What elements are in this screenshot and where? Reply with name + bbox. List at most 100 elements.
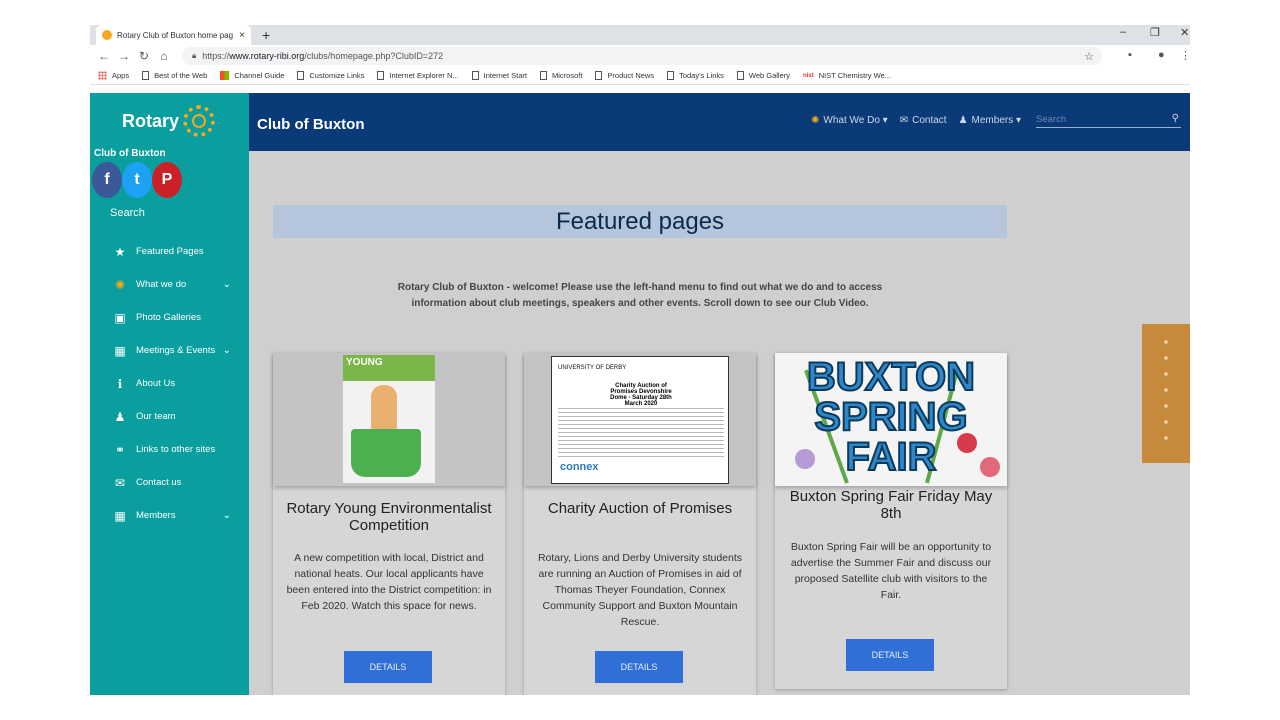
envelope-icon: ✉: [899, 115, 909, 126]
sidebar: Rotary Club of Buxton f t P Search ★ Feat…: [90, 93, 249, 695]
nav-what-we-do[interactable]: ✺ What We Do ▾: [811, 115, 888, 126]
user-icon: ♟: [114, 409, 126, 424]
page-icon: [539, 71, 547, 80]
auction-flyer: UNIVERSITY OF DERBY Charity Auction of P…: [551, 356, 729, 484]
sidebar-item-photo-galleries[interactable]: ▣ Photo Galleries: [90, 301, 249, 334]
url-host: www.rotary-ribi.org: [229, 51, 305, 61]
rotary-wheel-icon: [183, 105, 216, 137]
users-icon: ♟: [958, 115, 968, 126]
bookmark-item[interactable]: Today's Links: [667, 71, 724, 80]
bookmark-star-icon[interactable]: ☆: [1084, 50, 1094, 63]
link-icon: ⚭: [114, 442, 126, 457]
new-tab-button[interactable]: +: [262, 27, 270, 43]
menu-dots-icon[interactable]: ⋮: [1180, 49, 1190, 62]
header-search-input[interactable]: Search ⚲: [1036, 113, 1181, 128]
welcome-text: Rotary Club of Buxton - welcome! Please …: [397, 282, 883, 309]
address-row: ← → ↻ ⌂ 🔒︎ https:// www.rotary-ribi.org …: [90, 45, 1190, 67]
featured-pages-banner: Featured pages: [273, 205, 1007, 238]
details-button[interactable]: DETAILS: [595, 651, 683, 683]
tab-title: Rotary Club of Buxton home pag: [117, 30, 234, 40]
home-icon[interactable]: ⌂: [154, 49, 174, 63]
details-button[interactable]: DETAILS: [344, 651, 432, 683]
chevron-down-icon[interactable]: ⌄: [223, 345, 231, 356]
card-description: Buxton Spring Fair will be an opportunit…: [790, 541, 992, 601]
flower-shape: [980, 457, 1000, 477]
rotary-favicon-icon: [102, 30, 112, 40]
rotary-wheel-icon: ✺: [114, 277, 126, 292]
bookmark-item[interactable]: Product News: [595, 71, 654, 80]
close-window-icon[interactable]: ✕: [1180, 26, 1189, 39]
url-prefix: https://: [202, 51, 230, 61]
bookmark-item[interactable]: Customize Links: [297, 71, 364, 80]
side-tab[interactable]: [1142, 324, 1190, 463]
nav-members[interactable]: ♟ Members ▾: [959, 115, 1021, 126]
info-icon: ℹ: [117, 376, 123, 391]
sidebar-item-members[interactable]: ▦ Members ⌄: [90, 499, 249, 532]
page-icon: [736, 71, 744, 80]
card-title[interactable]: Rotary Young Environmentalist Competitio…: [281, 500, 497, 534]
recycling-bin: [351, 429, 421, 477]
flower-shape: [957, 433, 977, 453]
reload-icon[interactable]: ↻: [134, 49, 154, 63]
tab-close-icon[interactable]: ×: [239, 30, 245, 41]
site-header: Club of Buxton ✺ What We Do ▾ ✉ Contact ♟ M…: [249, 93, 1190, 151]
details-button[interactable]: DETAILS: [846, 639, 934, 671]
chevron-down-icon[interactable]: ⌄: [223, 510, 231, 521]
sidebar-item-what-we-do[interactable]: ✺ What we do ⌄: [90, 268, 249, 301]
sidebar-item-links[interactable]: ⚭ Links to other sites: [90, 433, 249, 466]
card-title[interactable]: Charity Auction of Promises: [532, 500, 748, 517]
card-thumbnail[interactable]: UNIVERSITY OF DERBY Charity Auction of P…: [524, 353, 756, 486]
card-title[interactable]: Buxton Spring Fair Friday May 8th: [783, 488, 999, 522]
sidebar-item-our-team[interactable]: ♟ Our team: [90, 400, 249, 433]
card-thumbnail[interactable]: BUXTON SPRING FAIR: [775, 353, 1007, 486]
browser-tab[interactable]: Rotary Club of Buxton home pag ×: [96, 25, 251, 45]
bookmark-item[interactable]: Internet Explorer N...: [377, 71, 459, 80]
twitter-icon[interactable]: t: [122, 162, 152, 198]
facebook-icon[interactable]: f: [92, 162, 122, 198]
poster-word-buxton: BUXTON: [806, 355, 976, 399]
bookmark-item[interactable]: Microsoft: [539, 71, 582, 80]
envelope-icon: ✉: [114, 475, 126, 490]
sidebar-item-featured-pages[interactable]: ★ Featured Pages: [90, 235, 249, 268]
forward-arrow-icon[interactable]: →: [114, 49, 134, 63]
child-figure: [371, 385, 397, 431]
rotary-logo[interactable]: Rotary: [122, 105, 216, 137]
url-bar[interactable]: 🔒︎ https:// www.rotary-ribi.org /clubs/h…: [182, 47, 1102, 65]
sidebar-search[interactable]: Search: [110, 207, 145, 219]
chevron-down-icon[interactable]: ⌄: [223, 279, 231, 290]
bookmark-item[interactable]: nist NIST Chemistry We...: [803, 71, 891, 80]
profile-icon[interactable]: ●: [1158, 49, 1165, 61]
nav-contact[interactable]: ✉ Contact: [900, 115, 947, 126]
bookmark-item[interactable]: Web Gallery: [736, 71, 790, 80]
extension-icon[interactable]: ▪: [1128, 49, 1132, 61]
header-nav: ✺ What We Do ▾ ✉ Contact ♟ Members ▾: [811, 115, 1033, 126]
search-icon[interactable]: ⚲: [1172, 113, 1179, 124]
sidebar-item-meetings-events[interactable]: ▦ Meetings & Events ⌄: [90, 334, 249, 367]
web-page: Rotary Club of Buxton f t P Search ★ Feat…: [90, 93, 1190, 695]
bookmark-item[interactable]: Channel Guide: [220, 71, 284, 80]
bookmark-apps[interactable]: Apps: [98, 71, 129, 80]
flyer-title: Charity Auction of Promises Devonshire D…: [610, 383, 672, 407]
calendar-icon: ▦: [114, 343, 126, 358]
card-description: A new competition with local, District a…: [286, 552, 492, 612]
back-arrow-icon[interactable]: ←: [94, 49, 114, 63]
flyer-body-lines: [558, 405, 724, 457]
minimize-icon[interactable]: –: [1120, 26, 1126, 38]
lock-icon: 🔒︎: [192, 51, 197, 60]
header-title[interactable]: Club of Buxton: [257, 116, 364, 133]
windows-logo-icon: [220, 71, 230, 80]
sidebar-item-contact-us[interactable]: ✉ Contact us: [90, 466, 249, 499]
sidebar-item-about-us[interactable]: ℹ About Us: [90, 367, 249, 400]
poster-word-spring: SPRING: [813, 395, 968, 439]
featured-card-spring-fair: BUXTON SPRING FAIR Buxton Spring Fair Fr…: [775, 353, 1007, 689]
card-description: Rotary, Lions and Derby University stude…: [537, 552, 743, 628]
card-thumbnail[interactable]: YOUNG: [273, 353, 505, 486]
featured-card-auction-of-promises: UNIVERSITY OF DERBY Charity Auction of P…: [524, 353, 756, 695]
bookmark-item[interactable]: Best of the Web: [142, 71, 207, 80]
page-icon: [142, 71, 150, 80]
browser-window: Rotary Club of Buxton home pag × + – ❐ ✕…: [90, 25, 1190, 695]
pinterest-icon[interactable]: P: [152, 162, 182, 198]
nist-logo-icon: nist: [803, 72, 814, 79]
bookmark-item[interactable]: Internet Start: [471, 71, 527, 80]
restore-icon[interactable]: ❐: [1150, 26, 1160, 39]
